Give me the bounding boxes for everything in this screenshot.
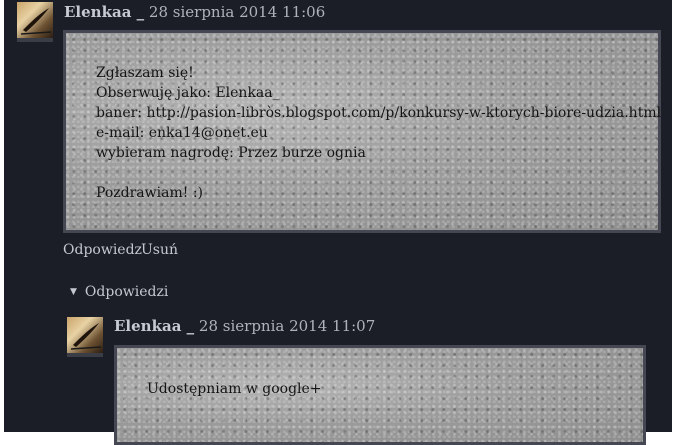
comment-line [96, 163, 661, 183]
quill-icon [20, 8, 52, 35]
comment-line: e-mail: enka14@onet.eu [96, 125, 268, 141]
comment-line: wybieram nagrodę: Przez burze ognia [96, 145, 366, 161]
comment-body: Zgłaszam się! Obserwuję jako: Elenkaa_ b… [63, 30, 661, 233]
comment-line: Zgłaszam się! [96, 65, 194, 81]
reply-text: Udostępniam w google+ [147, 379, 322, 399]
comment-line: baner: http://pasion-libròs.blogspot.com… [96, 105, 662, 121]
reply-line: Udostępniam w google+ [147, 381, 322, 397]
avatar[interactable] [67, 317, 103, 357]
caret-down-icon: ▼ [70, 287, 77, 297]
comment-line: Obserwuję jako: Elenkaa_ [96, 85, 280, 101]
avatar[interactable] [17, 2, 53, 42]
comment-line: Pozdrawiam! :) [96, 185, 203, 201]
comment-timestamp[interactable]: 28 sierpnia 2014 11:06 [149, 3, 325, 21]
delete-link[interactable]: Usuń [141, 242, 178, 258]
reply-link[interactable]: Odpowiedz [63, 242, 142, 258]
comment-header: Elenkaa _ 28 sierpnia 2014 11:06 [64, 3, 325, 21]
comment-author[interactable]: Elenkaa _ [64, 3, 144, 21]
reply-author[interactable]: Elenkaa _ [114, 317, 194, 335]
replies-toggle[interactable]: ▼ Odpowiedzi [70, 284, 168, 300]
quill-icon [70, 323, 102, 350]
page-background: Elenkaa _ 28 sierpnia 2014 11:06 Zgłasza… [0, 0, 678, 445]
comments-panel: Elenkaa _ 28 sierpnia 2014 11:06 Zgłasza… [4, 0, 672, 445]
comment-text: Zgłaszam się! Obserwuję jako: Elenkaa_ b… [96, 63, 661, 203]
replies-toggle-label: Odpowiedzi [84, 284, 169, 300]
reply-header: Elenkaa _ 28 sierpnia 2014 11:07 [114, 317, 375, 335]
reply-timestamp[interactable]: 28 sierpnia 2014 11:07 [199, 317, 375, 335]
reply-body: Udostępniam w google+ [114, 345, 646, 445]
